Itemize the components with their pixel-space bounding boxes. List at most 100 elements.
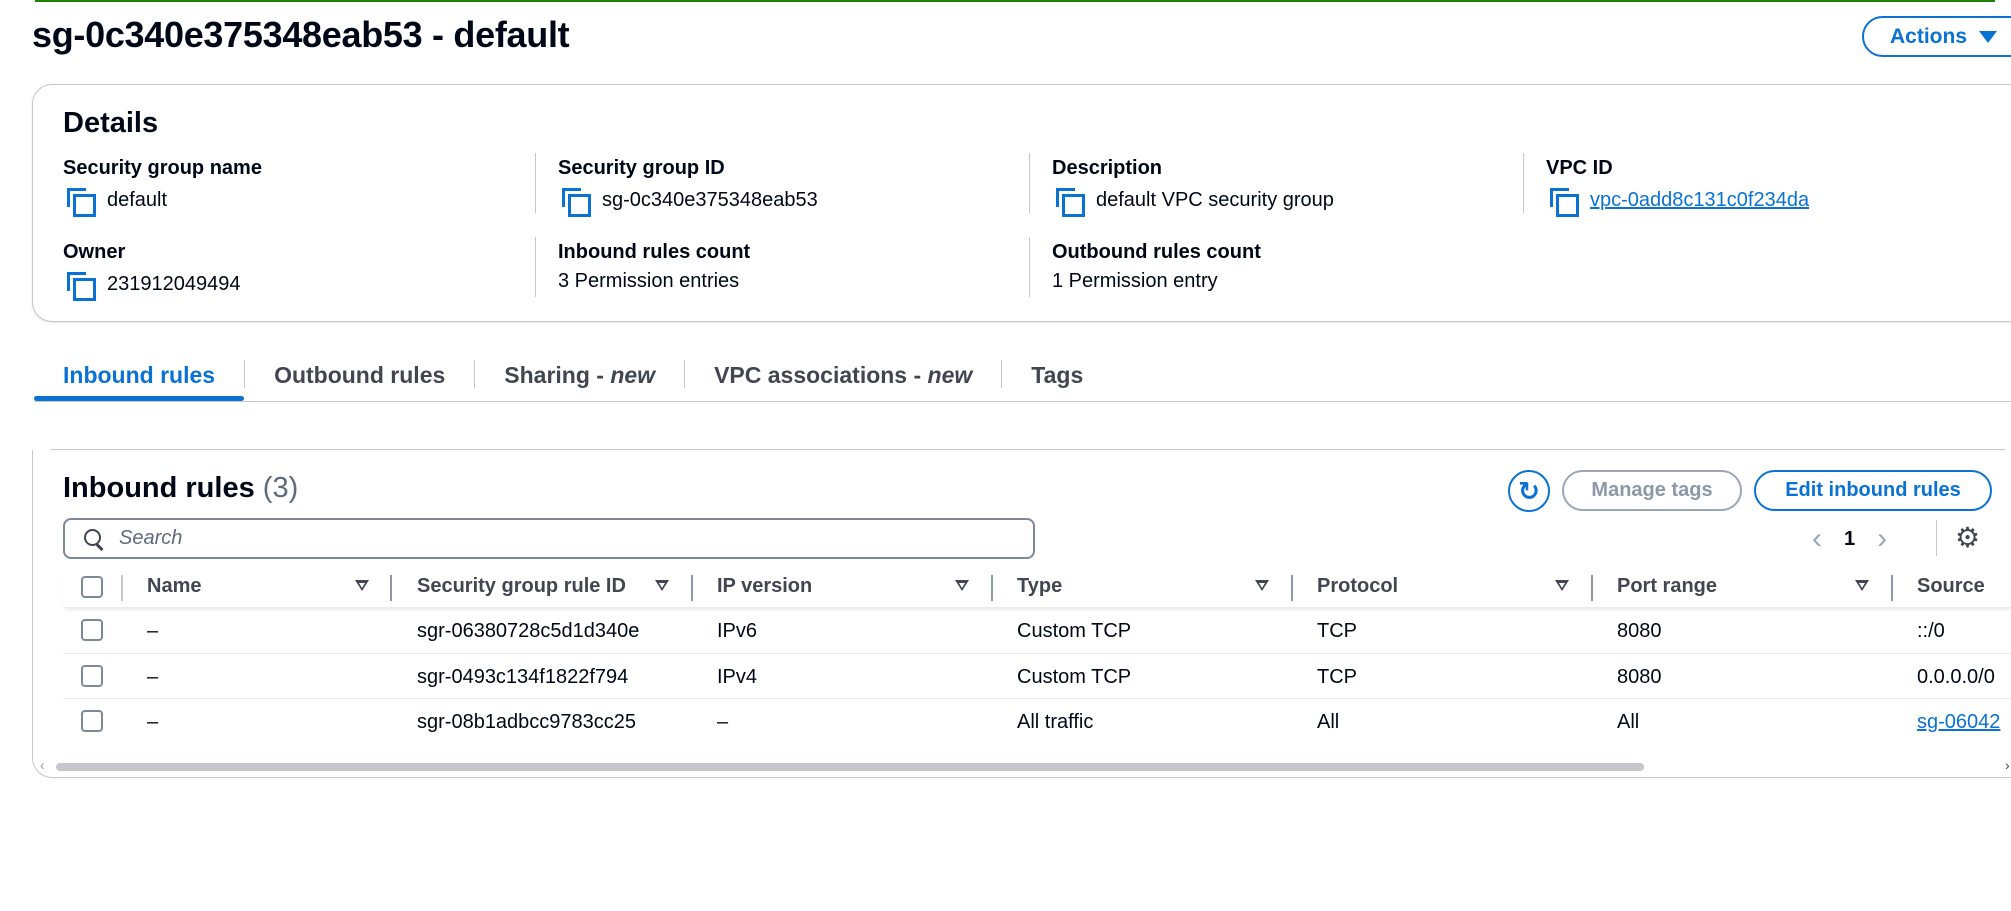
description-field: Description default VPC security group [1052,157,1532,217]
security-group-id-field: Security group ID sg-0c340e375348eab53 [558,157,1038,217]
vpc-id-field: VPC ID vpc-0add8c131c0f234da [1546,157,2011,217]
success-flash-bar [0,0,2011,4]
edit-inbound-rules-button[interactable]: Edit inbound rules [1754,470,1992,511]
column-resizer[interactable] [390,575,392,601]
sort-icon[interactable] [955,580,969,591]
search-icon [83,528,105,550]
description-value: default VPC security group [1096,188,1334,211]
vpc-id-label: VPC ID [1546,157,1613,179]
scroll-left-icon[interactable]: ‹ [40,757,45,773]
copy-icon[interactable] [1546,186,1579,217]
sort-icon[interactable] [1855,580,1869,591]
owner-value: 231912049494 [107,272,241,295]
cell-port-range: 8080 [1617,665,1662,688]
cell-type: All traffic [1017,711,1094,733]
row-checkbox[interactable] [81,619,103,641]
copy-icon[interactable] [63,270,96,301]
search-field[interactable] [63,518,1035,559]
vpc-id-link[interactable]: vpc-0add8c131c0f234da [1590,189,1809,212]
column-divider [121,575,123,601]
pagination: ‹ 1 › [1812,522,1887,556]
tab-outbound-rules[interactable]: Outbound rules [245,356,474,401]
cell-rule-id: sgr-08b1adbcc9783cc25 [417,711,637,733]
caret-down-icon [1979,30,1998,43]
sort-icon[interactable] [1555,580,1569,591]
horizontal-scrollbar[interactable]: ‹ › [40,757,2011,773]
cell-port-range: All [1617,711,1640,733]
gear-icon[interactable]: ⚙ [1955,524,1980,552]
inbound-rules-count: (3) [262,472,299,504]
tab-sharing[interactable]: Sharing - new [475,356,684,401]
description-label: Description [1052,157,1163,179]
copy-icon[interactable] [1052,186,1085,217]
column-resizer[interactable] [1891,575,1893,601]
refresh-button[interactable]: ↻ [1508,470,1550,512]
security-group-id-label: Security group ID [558,157,725,179]
divider [1029,237,1030,297]
cell-name: – [147,620,159,642]
table-row[interactable]: – sgr-06380728c5d1d340e IPv6 Custom TCP … [63,608,2011,654]
details-title: Details [63,107,159,139]
column-resizer[interactable] [691,575,693,601]
column-header-type[interactable]: Type [1017,575,1062,598]
column-resizer[interactable] [1591,575,1593,601]
manage-tags-button[interactable]: Manage tags [1562,470,1742,511]
page-number[interactable]: 1 [1844,528,1855,551]
column-header-ip-version[interactable]: IP version [717,575,812,598]
tab-inbound-rules[interactable]: Inbound rules [34,356,245,401]
outbound-rules-count-value: 1 Permission entry [1052,270,1218,292]
cell-protocol: TCP [1317,665,1357,688]
tab-label: Inbound rules [63,362,216,388]
inbound-rules-count-label: Inbound rules count [558,241,751,263]
cell-rule-id: sgr-0493c134f1822f794 [417,665,629,688]
cell-type: Custom TCP [1017,665,1132,688]
scroll-right-icon[interactable]: › [2005,757,2010,773]
column-header-protocol[interactable]: Protocol [1317,575,1398,598]
copy-icon[interactable] [558,186,591,217]
refresh-icon: ↻ [1518,475,1540,506]
chevron-left-icon[interactable]: ‹ [1812,522,1822,556]
inbound-rules-heading: Inbound rules [63,472,255,504]
divider [535,237,536,297]
sort-icon[interactable] [1255,580,1269,591]
tab-new-badge: new [927,362,973,388]
inbound-rules-count-value: 3 Permission entries [558,270,740,292]
cell-protocol: All [1317,711,1340,733]
column-header-port-range[interactable]: Port range [1617,575,1717,598]
sort-icon[interactable] [355,580,369,591]
sort-icon[interactable] [655,580,669,591]
inbound-rules-count-field: Inbound rules count 3 Permission entries [558,241,1038,293]
owner-label: Owner [63,241,126,263]
column-resizer[interactable] [1291,575,1293,601]
divider [1029,153,1030,213]
copy-icon[interactable] [63,186,96,217]
source-security-group-link[interactable]: sg-06042 [1917,711,2000,733]
column-resizer[interactable] [991,575,993,601]
cell-source: 0.0.0.0/0 [1917,665,1995,688]
cell-rule-id: sgr-06380728c5d1d340e [417,620,640,642]
actions-button[interactable]: Actions [1862,16,2011,57]
select-all-checkbox[interactable] [81,576,103,598]
column-header-name[interactable]: Name [147,575,201,598]
chevron-right-icon[interactable]: › [1877,522,1887,556]
column-header-source[interactable]: Source [1917,575,1985,598]
tab-label: Outbound rules [274,362,446,388]
tab-tags[interactable]: Tags [1002,356,1112,401]
owner-field: Owner 231912049494 [63,241,543,301]
table-row[interactable]: – sgr-0493c134f1822f794 IPv4 Custom TCP … [63,654,2011,699]
inbound-rules-title: Inbound rules (3) [63,472,298,505]
row-checkbox[interactable] [81,664,103,687]
table-row[interactable]: – sgr-08b1adbcc9783cc25 – All traffic Al… [63,699,2011,745]
details-card: Details Security group name default Secu… [32,84,2011,322]
inbound-rules-table: Name Security group rule ID IP version T… [63,568,2011,745]
cell-source: sg-06042 [1917,711,2000,734]
row-checkbox[interactable] [81,710,103,732]
security-group-name-field: Security group name default [63,157,543,217]
search-input[interactable] [119,527,999,550]
outbound-rules-count-field: Outbound rules count 1 Permission entry [1052,241,1532,293]
table-header: Name Security group rule ID IP version T… [63,568,2011,608]
tab-vpc-associations[interactable]: VPC associations - new [685,356,1001,401]
cell-name: – [147,711,159,733]
column-header-rule-id[interactable]: Security group rule ID [417,575,626,598]
scrollbar-thumb[interactable] [56,763,1644,771]
